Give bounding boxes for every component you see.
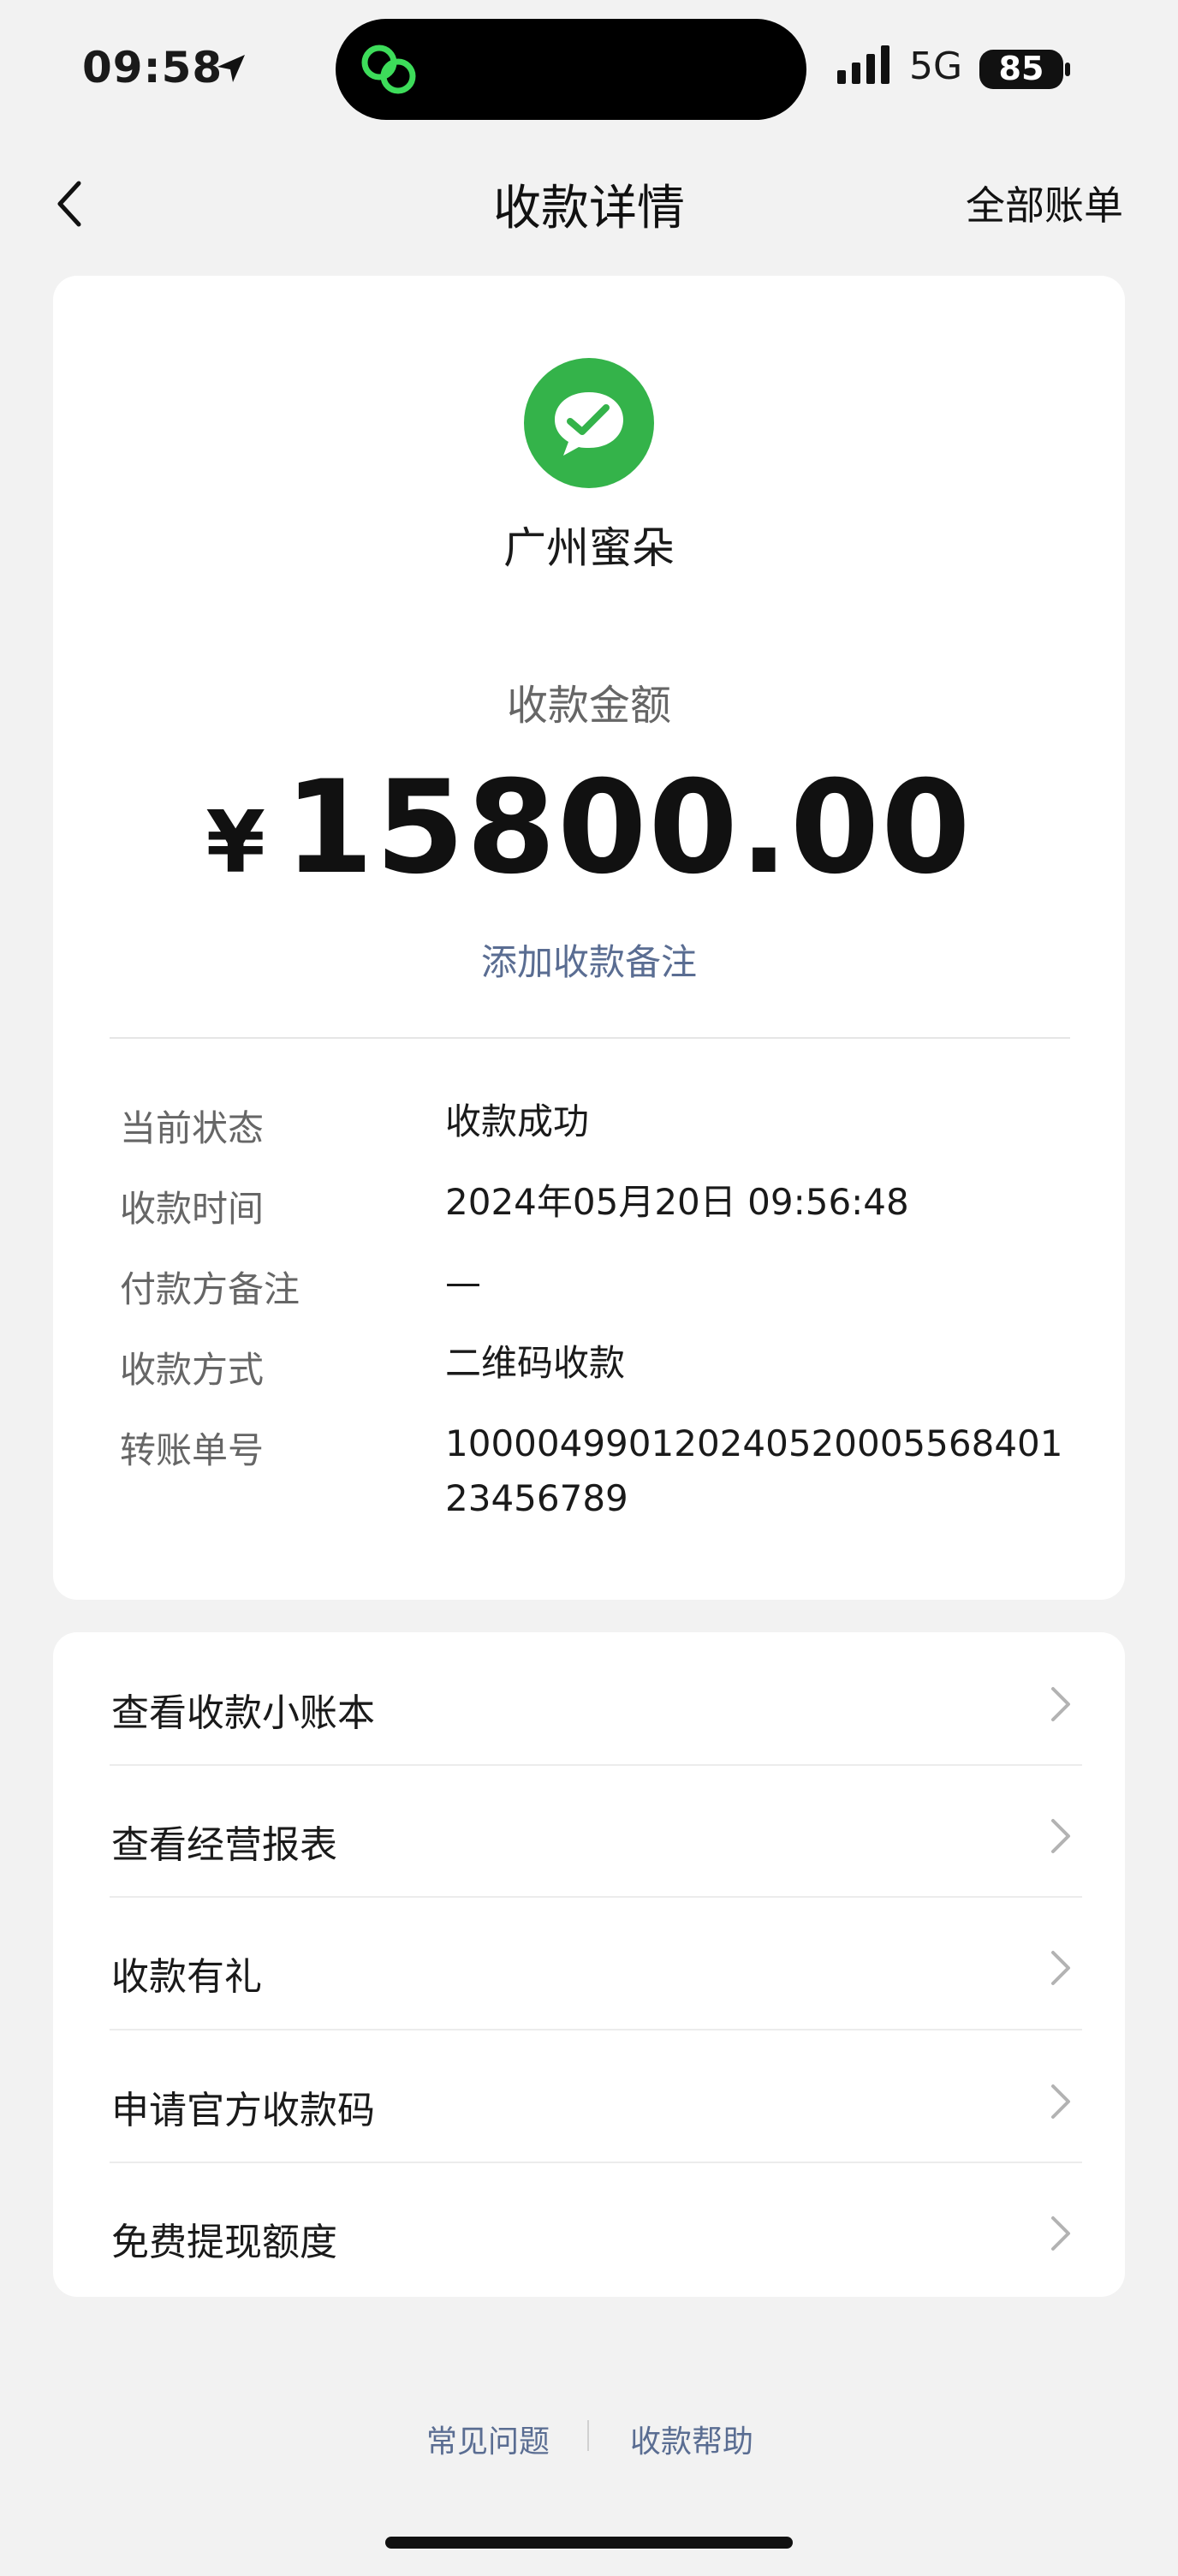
chevron-right-icon <box>1051 2216 1070 2251</box>
detail-value-transfer-no: 100004990120240520005568401 <box>445 1422 1063 1464</box>
link-rings-icon <box>361 45 416 94</box>
menu-item-report[interactable]: 查看经营报表 <box>53 1771 1125 1903</box>
detail-value-transfer-no-line2: 23456789 <box>445 1477 628 1519</box>
divider <box>110 1037 1070 1039</box>
menu-item-label: 查看经营报表 <box>111 1823 337 1867</box>
detail-label-status: 当前状态 <box>120 1107 265 1149</box>
detail-label-method: 收款方式 <box>120 1349 265 1391</box>
amount: ¥15800.00 <box>0 754 1178 903</box>
add-remark-link[interactable]: 添加收款备注 <box>0 933 1178 986</box>
detail-label-time: 收款时间 <box>120 1188 265 1230</box>
battery-level: 85 <box>998 50 1044 87</box>
chevron-right-icon <box>1051 1819 1070 1853</box>
detail-value-method: 二维码收款 <box>445 1342 626 1384</box>
menu-item-apply-qr[interactable]: 申请官方收款码 <box>53 2036 1125 2168</box>
detail-label-payer-remark: 付款方备注 <box>120 1268 300 1310</box>
menu-divider <box>110 1764 1082 1766</box>
amount-label: 收款金额 <box>506 682 671 730</box>
menu-item-rewards[interactable]: 收款有礼 <box>53 1903 1125 2035</box>
home-indicator[interactable] <box>385 2537 793 2549</box>
merchant-name: 广州蜜朵 <box>503 523 675 573</box>
menu-item-label: 收款有礼 <box>111 1955 262 1999</box>
chevron-right-icon <box>1051 2084 1070 2119</box>
detail-value-status: 收款成功 <box>445 1100 590 1142</box>
detail-label-transfer-no: 转账单号 <box>120 1429 265 1471</box>
currency-symbol: ¥ <box>205 792 267 892</box>
signal-icon <box>837 45 889 84</box>
wechat-pay-logo <box>524 358 654 488</box>
menu-divider <box>110 1896 1082 1898</box>
menu-divider <box>110 2162 1082 2163</box>
network-label: 5G <box>909 45 963 88</box>
menu-item-free-withdrawal[interactable]: 免费提现额度 <box>53 2168 1125 2300</box>
menu-item-ledger[interactable]: 查看收款小账本 <box>53 1639 1125 1771</box>
detail-value-time: 2024年05月20日 09:56:48 <box>445 1181 909 1223</box>
detail-value-payer-remark: — <box>445 1261 481 1303</box>
menu-item-label: 申请官方收款码 <box>111 2089 375 2132</box>
status-time: 09:58 <box>82 43 223 92</box>
amount-value: 15800.00 <box>284 754 973 903</box>
faq-link[interactable]: 常见问题 <box>426 2417 550 2461</box>
chevron-right-icon <box>1051 1687 1070 1721</box>
help-link[interactable]: 收款帮助 <box>630 2417 753 2461</box>
menu-divider <box>110 2029 1082 2030</box>
chat-check-icon <box>555 392 623 456</box>
footer-divider <box>587 2420 589 2451</box>
menu-item-label: 查看收款小账本 <box>111 1691 375 1735</box>
chevron-right-icon <box>1051 1951 1070 1985</box>
menu-item-label: 免费提现额度 <box>111 2221 337 2264</box>
all-bills-link[interactable]: 全部账单 <box>966 175 1123 231</box>
location-arrow-icon <box>217 55 245 82</box>
